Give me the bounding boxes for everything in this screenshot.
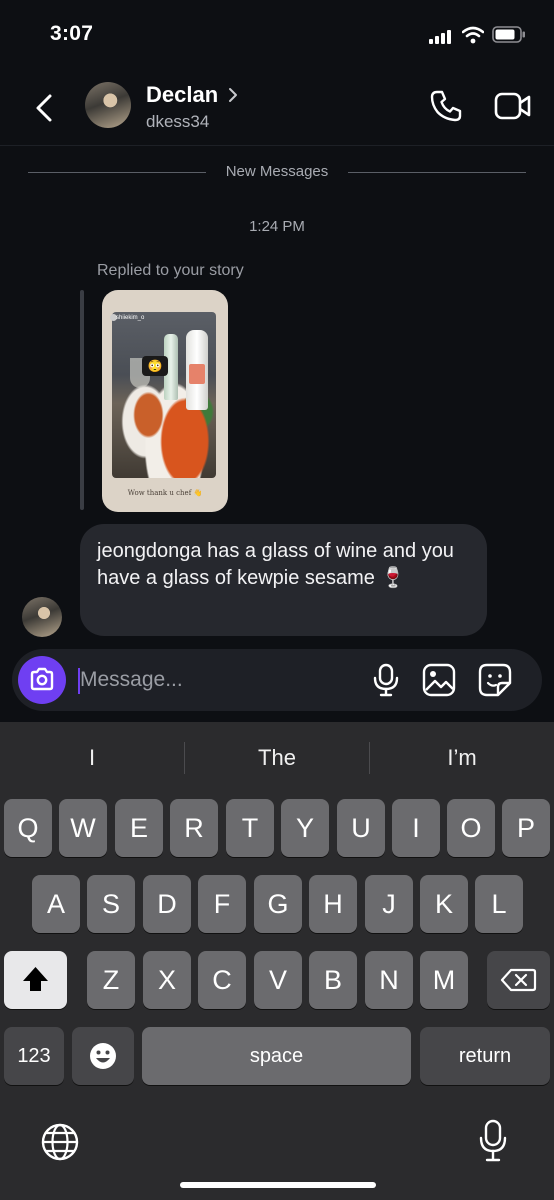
back-icon[interactable] [28, 88, 62, 128]
reply-indicator-bar [80, 290, 84, 510]
wifi-icon [462, 26, 484, 44]
emoji-key[interactable] [72, 1027, 134, 1085]
emoji-sticker: 😳 [142, 356, 168, 376]
dictation-icon[interactable] [478, 1118, 508, 1164]
story-username: shiiekim_o [116, 315, 145, 321]
camera-icon [30, 667, 54, 691]
return-key[interactable]: return [420, 1027, 550, 1085]
battery-icon [492, 26, 525, 43]
suggestion-3[interactable]: I’m [370, 732, 554, 784]
predictive-suggestions: I The I’m [0, 732, 554, 784]
delete-icon [500, 968, 537, 992]
key-e[interactable]: E [115, 799, 163, 857]
key-y[interactable]: Y [281, 799, 329, 857]
key-a[interactable]: A [32, 875, 80, 933]
camera-button[interactable] [18, 656, 66, 704]
key-f[interactable]: F [198, 875, 246, 933]
bottle-shape [186, 330, 208, 410]
phone-icon[interactable] [428, 88, 464, 124]
message-text: jeongdonga has a glass of wine and you h… [97, 540, 454, 589]
key-p[interactable]: P [502, 799, 550, 857]
contact-avatar[interactable] [85, 82, 131, 128]
key-z[interactable]: Z [87, 951, 135, 1009]
key-t[interactable]: T [226, 799, 274, 857]
contact-name[interactable]: Declan [146, 82, 218, 108]
key-r[interactable]: R [170, 799, 218, 857]
status-time: 3:07 [50, 22, 94, 45]
key-x[interactable]: X [143, 951, 191, 1009]
signal-icon [429, 30, 453, 44]
key-c[interactable]: C [198, 951, 246, 1009]
globe-icon[interactable] [40, 1122, 80, 1162]
key-h[interactable]: H [309, 875, 357, 933]
suggestion-2[interactable]: The [185, 732, 369, 784]
key-m[interactable]: M [420, 951, 468, 1009]
key-b[interactable]: B [309, 951, 357, 1009]
numbers-key[interactable]: 123 [4, 1027, 64, 1085]
key-n[interactable]: N [365, 951, 413, 1009]
key-j[interactable]: J [365, 875, 413, 933]
chevron-right-icon[interactable] [226, 86, 240, 104]
message-input[interactable] [80, 661, 350, 699]
keyboard: I The I’m Q W E R T Y U I O P A S D F G … [0, 722, 554, 1200]
key-k[interactable]: K [420, 875, 468, 933]
key-o[interactable]: O [447, 799, 495, 857]
message-composer [12, 649, 542, 711]
video-camera-icon[interactable] [494, 90, 532, 122]
contact-handle: dkess34 [146, 112, 210, 131]
key-d[interactable]: D [143, 875, 191, 933]
key-s[interactable]: S [87, 875, 135, 933]
key-q[interactable]: Q [4, 799, 52, 857]
chat-header: Declan dkess34 [0, 70, 554, 146]
key-v[interactable]: V [254, 951, 302, 1009]
delete-key[interactable] [487, 951, 550, 1009]
key-w[interactable]: W [59, 799, 107, 857]
status-bar: 3:07 [0, 0, 554, 70]
shift-icon [23, 967, 48, 991]
key-u[interactable]: U [337, 799, 385, 857]
new-messages-divider: New Messages [28, 163, 526, 183]
replied-to-story-label: Replied to your story [97, 262, 244, 279]
microphone-icon[interactable] [372, 663, 400, 697]
emoji-icon [90, 1043, 116, 1069]
space-key[interactable]: space [142, 1027, 411, 1085]
sender-avatar[interactable] [22, 597, 62, 637]
story-preview[interactable]: 😳 shiiekim_o Wow thank u chef 👋 [102, 290, 228, 512]
gallery-icon[interactable] [422, 663, 456, 697]
story-photo: 😳 [112, 312, 216, 478]
key-l[interactable]: L [475, 875, 523, 933]
story-caption: Wow thank u chef 👋 [127, 489, 203, 497]
shift-key[interactable] [4, 951, 67, 1009]
message-bubble[interactable]: jeongdonga has a glass of wine and you h… [80, 524, 487, 636]
key-g[interactable]: G [254, 875, 302, 933]
home-indicator [180, 1182, 376, 1188]
suggestion-1[interactable]: I [0, 732, 184, 784]
sticker-icon[interactable] [478, 663, 512, 697]
key-i[interactable]: I [392, 799, 440, 857]
message-timestamp: 1:24 PM [249, 218, 305, 235]
